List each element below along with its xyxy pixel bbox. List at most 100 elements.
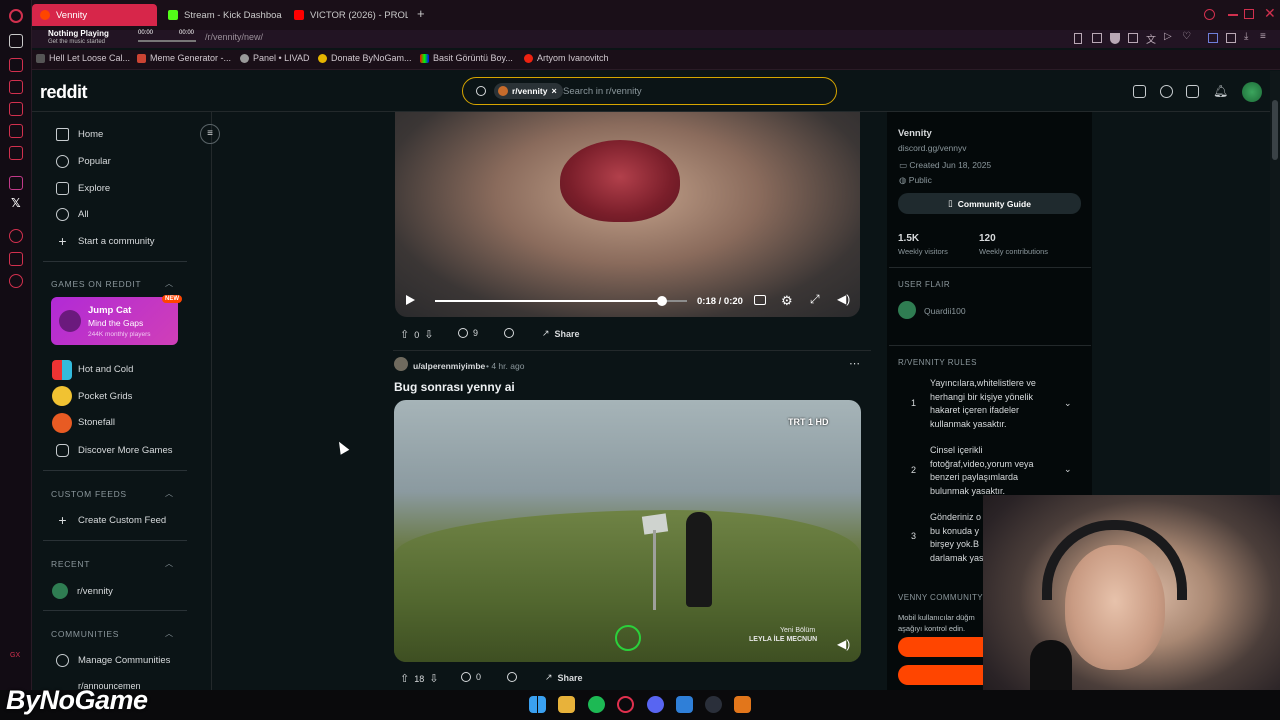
wallet-icon[interactable] xyxy=(1208,33,1218,43)
flair-username[interactable]: Quardii100 xyxy=(924,306,966,316)
bookmark-item[interactable]: Donate ByNoGam... xyxy=(318,53,412,63)
spotify-icon[interactable] xyxy=(588,696,605,713)
post1-award[interactable] xyxy=(504,328,514,338)
chat-icon[interactable] xyxy=(1160,85,1173,98)
extension-icon[interactable] xyxy=(1128,33,1138,43)
menu-icon[interactable]: ≡ xyxy=(1260,31,1266,42)
bookmark-item[interactable]: Basit Görüntü Boy... xyxy=(420,53,513,63)
download-icon[interactable]: ⤓ xyxy=(1244,31,1248,42)
chevron-up-icon[interactable]: ︿ xyxy=(165,558,173,569)
puzzle-icon[interactable] xyxy=(1226,33,1236,43)
minimize-icon[interactable] xyxy=(1228,14,1238,16)
url-text[interactable]: /r/vennity/new/ xyxy=(205,32,263,42)
history-icon[interactable] xyxy=(9,229,23,243)
scrollbar-thumb[interactable] xyxy=(1272,100,1278,160)
post-author[interactable]: u/alperenmiyimbe xyxy=(413,361,485,371)
heart-icon[interactable]: ♡ xyxy=(1182,31,1191,42)
bookmark-item[interactable]: Hell Let Loose Cal... xyxy=(36,53,130,63)
instagram-icon[interactable] xyxy=(9,176,23,190)
fullscreen-icon[interactable]: ⤢ xyxy=(810,292,820,307)
gx-icon[interactable]: GX xyxy=(10,652,20,659)
collapse-nav-icon[interactable]: ≡ xyxy=(200,124,220,144)
bookmark-item[interactable]: Meme Generator -... xyxy=(137,53,231,63)
youtube-icon[interactable] xyxy=(9,146,23,160)
new-tab-button[interactable]: + xyxy=(417,6,425,21)
subreddit-chip[interactable]: r/vennity × xyxy=(494,83,563,99)
restore-icon[interactable] xyxy=(1244,9,1254,19)
post-overflow-icon[interactable]: ⋯ xyxy=(849,357,860,370)
community-link[interactable]: discord.gg/vennyv xyxy=(898,143,967,153)
rule-text[interactable]: Yayıncılara,whitelistlere ve herhangi bi… xyxy=(930,377,1050,431)
post2-award[interactable] xyxy=(507,672,517,682)
play-icon[interactable] xyxy=(406,295,415,305)
upvote-icon[interactable]: ⇧ xyxy=(400,328,409,341)
post1-comments[interactable]: 9 xyxy=(458,328,478,338)
downvote-icon[interactable]: ⇩ xyxy=(429,672,438,685)
chevron-up-icon[interactable]: ︿ xyxy=(165,278,173,289)
snapshot-icon[interactable] xyxy=(1092,33,1102,43)
discover-more-games[interactable]: Discover More Games xyxy=(56,444,173,457)
twitch-icon[interactable] xyxy=(9,124,23,138)
x-icon[interactable]: 𝕏 xyxy=(11,196,21,210)
opera-logo-icon[interactable] xyxy=(9,9,23,23)
chevron-down-icon[interactable]: ⌄ xyxy=(1064,398,1072,409)
chevron-down-icon[interactable]: ⌄ xyxy=(1064,464,1072,475)
archive-icon[interactable] xyxy=(734,696,751,713)
settings-gear-icon[interactable]: ⚙ xyxy=(781,293,793,309)
author-avatar[interactable] xyxy=(394,357,408,371)
music-player-icon[interactable] xyxy=(9,34,23,48)
downvote-icon[interactable]: ⇩ xyxy=(424,328,433,341)
recent-header[interactable]: RECENT xyxy=(51,559,90,569)
chevron-up-icon[interactable]: ︿ xyxy=(165,488,173,499)
manage-communities[interactable]: Manage Communities xyxy=(56,654,170,667)
search-tabs-icon[interactable] xyxy=(1204,9,1215,20)
close-window-icon[interactable]: ✕ xyxy=(1264,5,1276,22)
bookmark-item[interactable]: Panel • LIVAD xyxy=(240,53,310,63)
music-widget[interactable]: Nothing Playing Get the music started 00… xyxy=(40,27,210,49)
communities-header[interactable]: COMMUNITIES xyxy=(51,629,119,639)
file-explorer-icon[interactable] xyxy=(558,696,575,713)
chevron-up-icon[interactable]: ︿ xyxy=(165,628,173,639)
tab-youtube-victor[interactable]: VICTOR (2026) - PROLO xyxy=(286,4,408,26)
translate-icon[interactable]: 文 xyxy=(1146,31,1156,46)
nav-home[interactable]: Home xyxy=(56,128,103,141)
opera-gx-icon[interactable] xyxy=(617,696,634,713)
create-post-icon[interactable] xyxy=(1186,85,1199,98)
workspace-icon[interactable] xyxy=(9,102,23,116)
post2-comments[interactable]: 0 xyxy=(461,672,481,682)
game-pocket-grids[interactable]: Pocket Grids xyxy=(78,391,132,402)
create-custom-feed[interactable]: + Create Custom Feed xyxy=(56,513,166,527)
video-progress-knob[interactable] xyxy=(656,296,667,306)
messenger-icon[interactable] xyxy=(9,58,23,72)
rule-text[interactable]: Gönderiniz o bu konuda y birşey yok.B da… xyxy=(930,511,988,565)
settings-icon[interactable] xyxy=(9,274,23,288)
bookmark-item[interactable]: Artyom Ivanovitch xyxy=(524,53,609,63)
recent-vennity[interactable]: r/vennity xyxy=(52,583,113,599)
nav-explore[interactable]: Explore xyxy=(56,182,110,195)
chip-close-icon[interactable]: × xyxy=(551,86,556,96)
game-hot-and-cold[interactable]: Hot and Cold xyxy=(78,364,133,375)
nav-popular[interactable]: Popular xyxy=(56,155,111,168)
post-title[interactable]: Bug sonrası yenny ai xyxy=(394,380,515,394)
tab-vennity[interactable]: Vennity xyxy=(32,4,157,26)
nav-all[interactable]: All xyxy=(56,208,89,221)
windows-start-icon[interactable] xyxy=(529,696,546,713)
tab-kick-dashboard[interactable]: Stream - Kick Dashboard xyxy=(160,4,282,26)
nav-start-community[interactable]: + Start a community xyxy=(56,234,154,248)
post1-share[interactable]: ↗ Share xyxy=(542,328,580,339)
shield-icon[interactable] xyxy=(1110,33,1120,44)
bookmark-icon[interactable] xyxy=(1074,33,1082,44)
ads-icon[interactable] xyxy=(1133,85,1146,98)
volume-icon[interactable]: ◀) xyxy=(837,292,850,306)
games-header[interactable]: GAMES ON REDDIT xyxy=(51,279,141,289)
app-icon[interactable] xyxy=(676,696,693,713)
notifications-icon[interactable]: 🔔︎ xyxy=(1213,84,1228,98)
community-guide-button[interactable]: ▯ Community Guide xyxy=(898,193,1081,214)
captions-icon[interactable] xyxy=(754,295,766,305)
ai-icon[interactable] xyxy=(9,80,23,94)
upvote-icon[interactable]: ⇧ xyxy=(400,672,409,685)
volume-icon[interactable]: ◀) xyxy=(837,637,850,651)
rule-text[interactable]: Cinsel içerikli fotoğraf,video,yorum vey… xyxy=(930,444,1050,498)
send-icon[interactable]: ▷ xyxy=(1164,31,1172,42)
media-progress[interactable] xyxy=(138,40,196,42)
